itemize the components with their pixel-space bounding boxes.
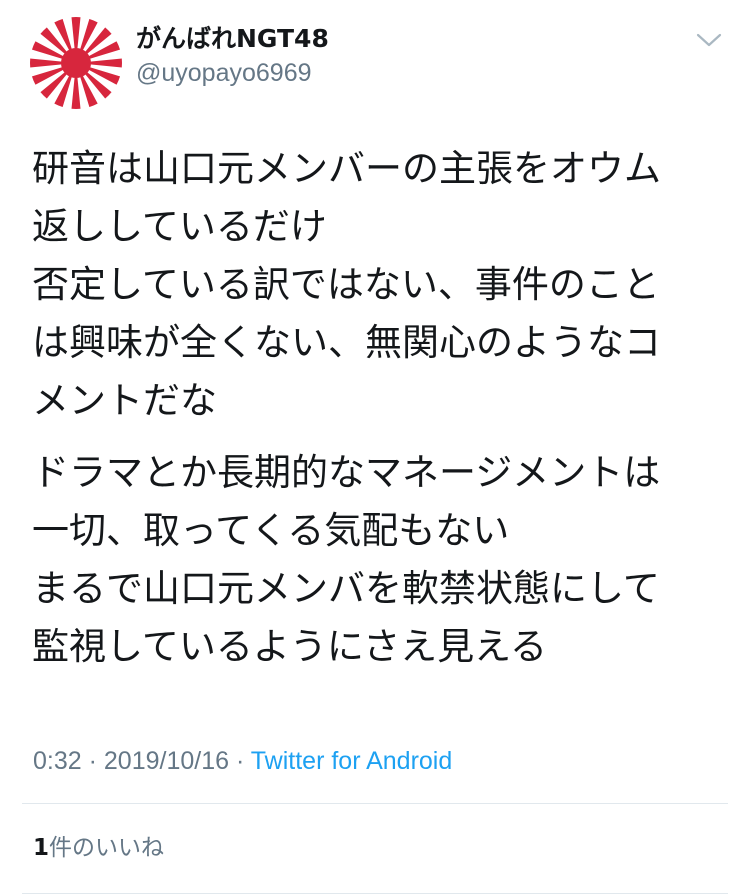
user-handle[interactable]: @uyopayo6969 (136, 58, 329, 88)
tweet-meta: 0:32 · 2019/10/16 · Twitter for Android (33, 743, 452, 779)
tweet-line: 監視しているようにさえ見える (32, 625, 548, 668)
tweet-line: 一切、取ってくる気配もない (32, 509, 510, 552)
tweet-line: まるで山口元メンバを軟禁状態にして (32, 567, 660, 610)
tweet-line: 研音は山口元メンバーの主張をオウム (32, 147, 661, 190)
tweet-detail: がんばれNGT48 @uyopayo6969 研音は山口元メンバーの主張をオウム… (0, 0, 750, 894)
tweet-date[interactable]: 2019/10/16 (104, 747, 229, 775)
user-names[interactable]: がんばれNGT48 @uyopayo6969 (136, 24, 329, 88)
meta-separator: · (81, 747, 104, 775)
rising-sun-flag-icon (30, 17, 122, 109)
tweet-text: 研音は山口元メンバーの主張をオウム 返ししているだけ 否定している訳ではない、事… (32, 140, 722, 676)
likes-summary[interactable]: 1件のいいね (33, 830, 164, 866)
tweet-line: メントだな (32, 379, 217, 422)
tweet-line: 返ししているだけ (32, 205, 327, 248)
tweet-line: 否定している訳ではない、事件のこと (32, 263, 660, 306)
divider (22, 803, 728, 804)
likes-label: 件のいいね (49, 835, 165, 861)
tweet-header: がんばれNGT48 @uyopayo6969 (0, 0, 750, 120)
tweet-time[interactable]: 0:32 (33, 747, 82, 775)
avatar[interactable] (30, 17, 122, 109)
likes-count: 1 (33, 835, 50, 861)
tweet-line: は興味が全くない、無関心のようなコ (32, 321, 661, 364)
tweet-line: ドラマとか長期的なマネージメントは (32, 451, 661, 494)
tweet-source-link[interactable]: Twitter for Android (251, 747, 452, 775)
display-name[interactable]: がんばれNGT48 (136, 24, 329, 54)
tweet-paragraph: 研音は山口元メンバーの主張をオウム 返ししているだけ 否定している訳ではない、事… (32, 140, 722, 430)
chevron-down-icon[interactable] (694, 30, 724, 50)
tweet-paragraph: ドラマとか長期的なマネージメントは 一切、取ってくる気配もない まるで山口元メン… (32, 444, 722, 676)
meta-separator: · (229, 747, 251, 775)
